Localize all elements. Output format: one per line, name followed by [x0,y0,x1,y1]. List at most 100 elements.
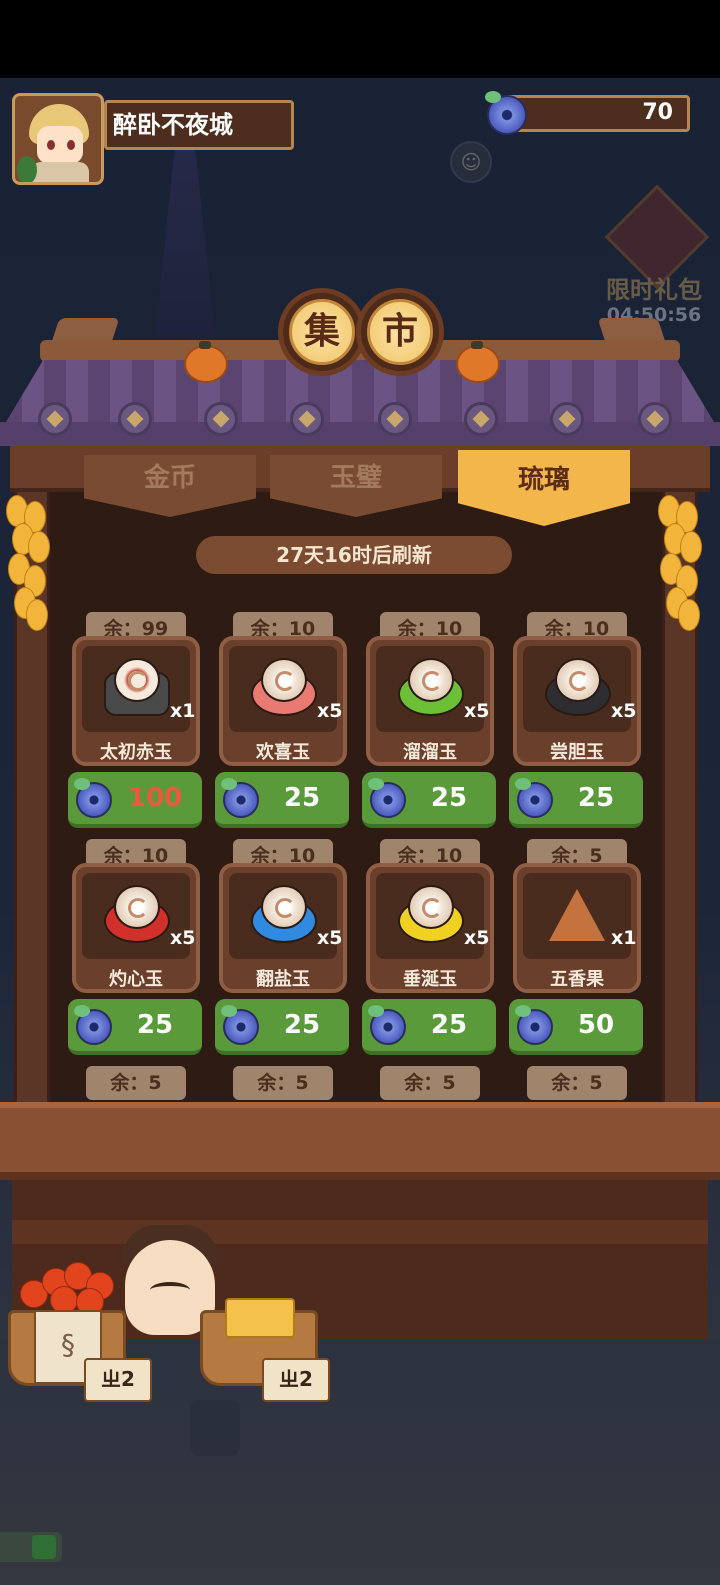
roof-tile [464,402,498,436]
status-bar [0,0,720,78]
jade-coin-icon [221,778,259,818]
roof-tile [378,402,412,436]
jade-pink-icon [251,658,317,716]
jade-coin-icon [368,1005,406,1045]
item-name: 灼心玉 [109,969,163,990]
item-slot: x5 溜溜玉 [366,636,494,766]
market-title-coin-2: 市 [356,288,444,376]
item-name: 五香果 [550,969,604,990]
roof-tile [638,402,672,436]
item-name: 翻盐玉 [256,969,310,990]
price-sign: ㄓ2 [262,1358,330,1402]
item-quantity: x5 [170,927,196,949]
jade-coin-icon [485,91,527,135]
item-quantity: x1 [170,700,196,722]
butter-block [225,1298,295,1338]
shop-item-card[interactable]: 余：5 x1 五香果 50 [509,839,643,1061]
persimmon-decoration [184,341,228,383]
item-stock: 余：5 [527,1066,627,1100]
item-quantity: x1 [611,927,637,949]
item-price: 25 [430,1010,468,1040]
item-stock: 余：5 [233,1066,333,1100]
stall-plank [12,1220,708,1244]
player-avatar[interactable] [12,93,104,185]
jade-red-icon [104,885,170,943]
five-spice-fruit-icon [545,885,607,941]
jade-currency-counter: 70 [505,95,690,132]
shop-item-card[interactable]: 余：10 x5 灼心玉 25 [68,839,202,1061]
tomatoes [20,1258,124,1316]
item-name: 垂涎玉 [403,969,457,990]
shadow-figure [190,1400,240,1456]
item-slot: x5 垂涎玉 [366,863,494,993]
item-quantity: x5 [317,700,343,722]
buy-button[interactable]: 25 [68,999,202,1055]
item-name: 欢喜玉 [256,742,310,763]
shop-item-card[interactable]: 余：10 x5 垂涎玉 25 [362,839,496,1061]
market-title-char-1: 集 [289,299,355,365]
buy-button[interactable]: 25 [509,772,643,828]
item-name: 太初赤玉 [100,742,172,763]
item-slot: x5 欢喜玉 [219,636,347,766]
item-slot: x1 太初赤玉 [72,636,200,766]
buy-button[interactable]: 50 [509,999,643,1055]
buy-button[interactable]: 100 [68,772,202,828]
buy-button[interactable]: 25 [362,999,496,1055]
jade-blue-icon [251,885,317,943]
item-slot: x5 翻盐玉 [219,863,347,993]
shop-item-card[interactable]: 余：99 x1 太初赤玉 100 [68,612,202,834]
persimmon-decoration [456,341,500,383]
item-slot: x5 尝胆玉 [513,636,641,766]
corn-decoration-left [6,495,50,635]
roof-tile [550,402,584,436]
corn-decoration-right [658,495,702,635]
jade-coin-icon [515,778,553,818]
item-name: 尝胆玉 [550,742,604,763]
limited-gift-label: 限时礼包 [606,276,702,304]
item-quantity: x5 [464,927,490,949]
shop-item-card[interactable]: 余：10 x5 溜溜玉 25 [362,612,496,834]
stall-roof [0,340,720,450]
shop-item-card[interactable]: 余：10 x5 欢喜玉 25 [215,612,349,834]
item-quantity: x5 [464,700,490,722]
refresh-timer: 27天16时后刷新 [196,536,512,574]
item-stock: 余：5 [86,1066,186,1100]
item-quantity: x5 [317,927,343,949]
jade-coin-icon [515,1005,553,1045]
item-price: 25 [136,1010,174,1040]
pet-icon[interactable]: ☺ [450,141,492,183]
stall-counter [0,1102,720,1180]
buy-button[interactable]: 25 [215,772,349,828]
jade-coin-icon [221,1005,259,1045]
player-name: 醉卧不夜城 [104,100,294,150]
item-price: 25 [577,783,615,813]
jade-green-icon [398,658,464,716]
item-price: 25 [283,1010,321,1040]
item-stock: 余：5 [380,1066,480,1100]
roof-tile [38,402,72,436]
jade-coin-icon [368,778,406,818]
item-price: 25 [430,783,468,813]
item-quantity: x5 [611,700,637,722]
buy-button[interactable]: 25 [215,999,349,1055]
vendor-mouth [150,1282,190,1298]
price-sign: ㄓ2 [84,1358,152,1402]
item-price: 25 [283,783,321,813]
shop-item-card[interactable]: 余：10 x5 翻盐玉 25 [215,839,349,1061]
item-price: 50 [577,1010,615,1040]
market-title-coin-1: 集 [278,288,366,376]
item-slot: x1 五香果 [513,863,641,993]
limited-gift-button[interactable]: 限时礼包 04:50:56 [600,184,710,330]
jade-black-icon [545,658,611,716]
jade-coin-icon [74,778,112,818]
roof-tile [118,402,152,436]
menu-toggle-button[interactable] [0,1532,62,1562]
jade-coin-icon [74,1005,112,1045]
shop-item-card[interactable]: 余：10 x5 尝胆玉 25 [509,612,643,834]
item-slot: x5 灼心玉 [72,863,200,993]
item-name: 溜溜玉 [403,742,457,763]
jade-yellow-icon [398,885,464,943]
market-title-char-2: 市 [367,299,433,365]
item-price: 100 [127,783,183,813]
buy-button[interactable]: 25 [362,772,496,828]
